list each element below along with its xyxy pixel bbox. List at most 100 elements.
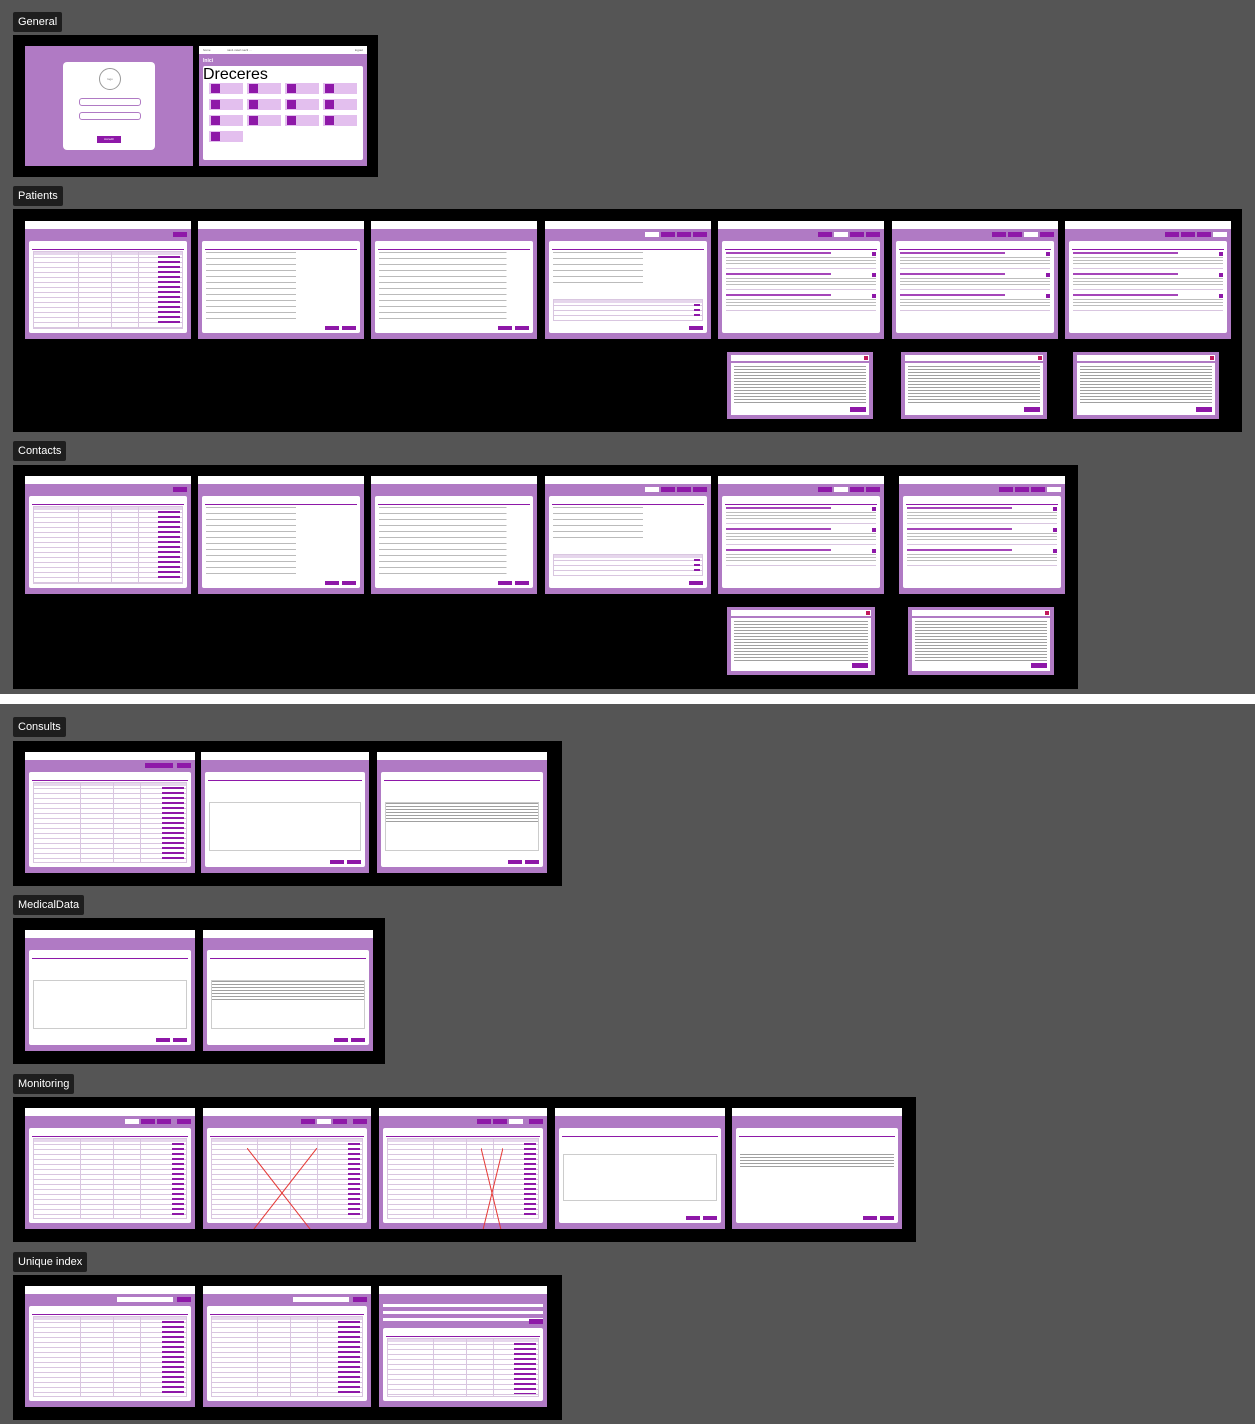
- add-button[interactable]: [177, 1119, 191, 1124]
- edit-button[interactable]: [689, 326, 703, 330]
- close-icon[interactable]: [866, 611, 870, 615]
- edit-button[interactable]: [1024, 407, 1040, 412]
- patient-consults-screen: [718, 221, 884, 339]
- close-icon[interactable]: [1045, 611, 1049, 615]
- cancel-button[interactable]: [703, 1216, 717, 1220]
- edit-button[interactable]: [850, 407, 866, 412]
- users-list-screen: [379, 1286, 547, 1407]
- edit-button[interactable]: [689, 581, 703, 585]
- shortcut-tile[interactable]: [209, 115, 243, 126]
- group-patients: [13, 209, 1242, 432]
- password-input[interactable]: [79, 112, 141, 120]
- avatar: logo: [99, 68, 121, 90]
- save-button[interactable]: [863, 1216, 877, 1220]
- add-button[interactable]: [173, 487, 187, 492]
- observations-textarea[interactable]: [33, 980, 187, 1029]
- cancel-button[interactable]: [342, 326, 356, 330]
- observations-textarea[interactable]: [563, 1154, 717, 1201]
- shortcut-tile[interactable]: [209, 131, 243, 142]
- cancel-button[interactable]: [347, 860, 361, 864]
- home-screen: home nav1 nav2 nav3 … logout Inici Drecere…: [199, 46, 367, 166]
- section-label-monitoring: Monitoring: [13, 1074, 75, 1094]
- save-button[interactable]: [498, 326, 512, 330]
- contacts-list-screen: [25, 476, 191, 594]
- edit-button[interactable]: [852, 663, 868, 668]
- login-card: logo Accedir: [63, 62, 155, 150]
- cancel-button[interactable]: [515, 581, 529, 585]
- observations-textarea[interactable]: [209, 802, 361, 851]
- group-consults: [13, 741, 562, 886]
- contact-detail-screen: [545, 476, 711, 594]
- save-button[interactable]: [334, 1038, 348, 1042]
- cancel-button[interactable]: [173, 1038, 187, 1042]
- name-input[interactable]: [117, 1297, 173, 1302]
- top-nav: home nav1 nav2 nav3 … logout: [199, 46, 367, 54]
- consult-detail-modal: [727, 607, 875, 675]
- patients-list-screen: [25, 221, 191, 339]
- monitoring-edit-screen: [732, 1108, 902, 1229]
- save-button[interactable]: [156, 1038, 170, 1042]
- data-table: [33, 251, 183, 329]
- add-button[interactable]: [353, 1119, 367, 1124]
- save-button[interactable]: [325, 581, 339, 585]
- page-title: Inici: [203, 58, 214, 64]
- strikethrough-cross-icon: [247, 1148, 317, 1229]
- tab[interactable]: [645, 232, 659, 237]
- cancel-button[interactable]: [880, 1216, 894, 1220]
- save-button[interactable]: [508, 860, 522, 864]
- cancel-button[interactable]: [342, 581, 356, 585]
- add-button[interactable]: [177, 763, 191, 768]
- group-general: logo Accedir home nav1 nav2 nav3 … logout …: [13, 35, 378, 177]
- patient-detail-screen: [545, 221, 711, 339]
- edit-button[interactable]: [1196, 407, 1212, 412]
- patient-edit-screen: [371, 221, 537, 339]
- add-button[interactable]: [529, 1319, 543, 1324]
- close-icon[interactable]: [1038, 356, 1042, 360]
- close-icon[interactable]: [864, 356, 868, 360]
- edit-button[interactable]: [1031, 663, 1047, 668]
- username-input[interactable]: [79, 98, 141, 106]
- close-icon[interactable]: [1210, 356, 1214, 360]
- add-button[interactable]: [353, 1297, 367, 1302]
- cancel-button[interactable]: [525, 860, 539, 864]
- contact-add-screen: [198, 476, 364, 594]
- shortcut-tile[interactable]: [209, 99, 243, 110]
- filter-button[interactable]: [145, 763, 173, 768]
- section-label-medical-data: MedicalData: [13, 895, 85, 915]
- shortcut-tile[interactable]: [323, 99, 357, 110]
- shortcut-tile[interactable]: [285, 83, 319, 94]
- login-button[interactable]: Accedir: [97, 136, 121, 143]
- save-button[interactable]: [325, 326, 339, 330]
- observations-textarea[interactable]: [385, 802, 539, 851]
- observations-textarea[interactable]: [211, 980, 365, 1029]
- shortcut-tile[interactable]: [285, 115, 319, 126]
- name-input[interactable]: [293, 1297, 349, 1302]
- shortcut-tile[interactable]: [247, 115, 281, 126]
- tab[interactable]: [661, 232, 675, 237]
- save-button[interactable]: [330, 860, 344, 864]
- tab[interactable]: [677, 232, 691, 237]
- cancel-button[interactable]: [351, 1038, 365, 1042]
- tab[interactable]: [693, 232, 707, 237]
- observations-textarea[interactable]: [740, 1154, 894, 1201]
- add-button[interactable]: [529, 1119, 543, 1124]
- shortcut-tile[interactable]: [247, 99, 281, 110]
- shortcut-tile[interactable]: [209, 83, 243, 94]
- add-button[interactable]: [177, 1297, 191, 1302]
- group-medical-data: [13, 918, 385, 1064]
- cancel-button[interactable]: [515, 326, 529, 330]
- shortcut-tile[interactable]: [247, 83, 281, 94]
- save-button[interactable]: [686, 1216, 700, 1220]
- consult-detail-modal: [727, 352, 873, 419]
- shortcut-tile[interactable]: [285, 99, 319, 110]
- shortcut-tile[interactable]: [323, 83, 357, 94]
- history-detail-modal: [901, 352, 1047, 419]
- add-button[interactable]: [173, 232, 187, 237]
- shortcut-tile[interactable]: [323, 115, 357, 126]
- patient-medical-history-screen: [892, 221, 1058, 339]
- medical-data-add-screen: [25, 930, 195, 1051]
- patient-monitoring-screen: [1065, 221, 1231, 339]
- shortcut-grid: [209, 83, 357, 142]
- save-button[interactable]: [498, 581, 512, 585]
- section-label-unique-index: Unique index: [13, 1252, 88, 1272]
